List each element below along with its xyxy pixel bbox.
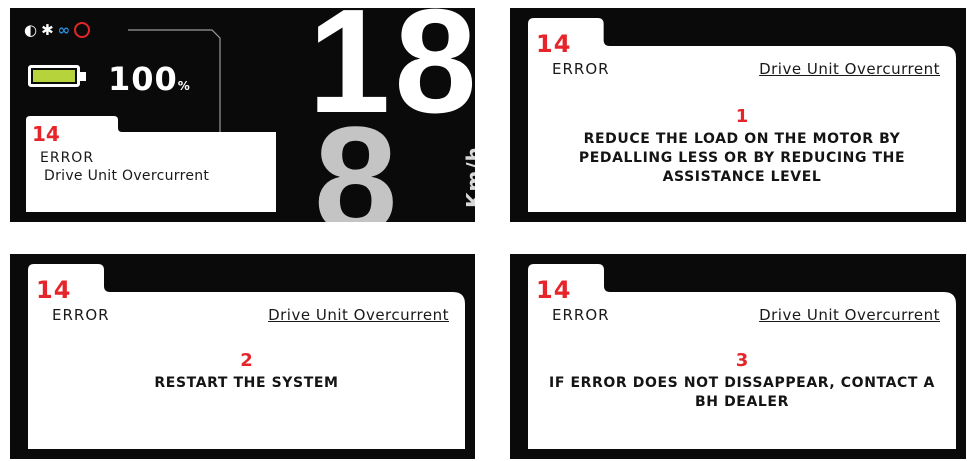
- error-label: ERROR: [552, 306, 610, 324]
- step-number: 3: [735, 350, 749, 371]
- error-screen-step-3: 14 ERROR Drive Unit Overcurrent 3 IF ERR…: [510, 254, 966, 459]
- error-label: ERROR: [52, 306, 110, 324]
- step-message: REDUCE THE LOAD ON THE MOTOR BY PEDALLIN…: [578, 131, 906, 185]
- error-code: 14: [536, 30, 572, 58]
- step-message: RESTART THE SYSTEM: [154, 375, 339, 391]
- error-label: ERROR: [40, 150, 95, 166]
- error-card: 14 ERROR Drive Unit Overcurrent: [26, 116, 276, 212]
- step-number: 1: [735, 106, 749, 127]
- main-ride-display: ◐ ✱ ∞ 100% 14 ERROR Drive Unit Overcurre…: [10, 8, 475, 222]
- speed-unit: Km/h: [462, 146, 475, 208]
- error-code: 14: [32, 122, 60, 146]
- battery-value: 100: [108, 60, 178, 98]
- error-description: Drive Unit Overcurrent: [759, 306, 940, 324]
- battery-terminal: [80, 72, 86, 81]
- battery-icon: [28, 65, 86, 87]
- error-label: ERROR: [552, 60, 610, 78]
- error-description: Drive Unit Overcurrent: [44, 168, 210, 184]
- battery-unit: %: [177, 79, 191, 93]
- step-message: IF ERROR DOES NOT DISSAPPEAR, CONTACT A …: [549, 375, 935, 410]
- error-code: 14: [36, 276, 72, 304]
- error-description: Drive Unit Overcurrent: [268, 306, 449, 324]
- step-number: 2: [240, 350, 253, 371]
- ring-icon: [74, 22, 91, 38]
- link-icon: ∞: [57, 21, 71, 39]
- error-code: 14: [536, 276, 572, 304]
- error-screen-step-1: 14 ERROR Drive Unit Overcurrent 1 REDUCE…: [510, 8, 966, 222]
- range-label: RNG: [222, 132, 257, 147]
- battery-percentage: 100%: [108, 60, 191, 98]
- error-card: 14 ERROR Drive Unit Overcurrent 1 REDUCE…: [528, 18, 956, 212]
- bluetooth-icon: ✱: [41, 21, 54, 39]
- headlight-icon: ◐: [24, 21, 38, 39]
- error-description: Drive Unit Overcurrent: [759, 60, 940, 78]
- error-screen-step-2: 14 ERROR Drive Unit Overcurrent 2 RESTAR…: [10, 254, 475, 459]
- error-card: 14 ERROR Drive Unit Overcurrent 2 RESTAR…: [28, 264, 465, 449]
- battery-fill: [33, 70, 75, 82]
- error-card: 14 ERROR Drive Unit Overcurrent 3 IF ERR…: [528, 264, 956, 449]
- speed-decimal-digit: 8: [314, 95, 398, 222]
- status-icons: ◐ ✱ ∞: [24, 20, 91, 40]
